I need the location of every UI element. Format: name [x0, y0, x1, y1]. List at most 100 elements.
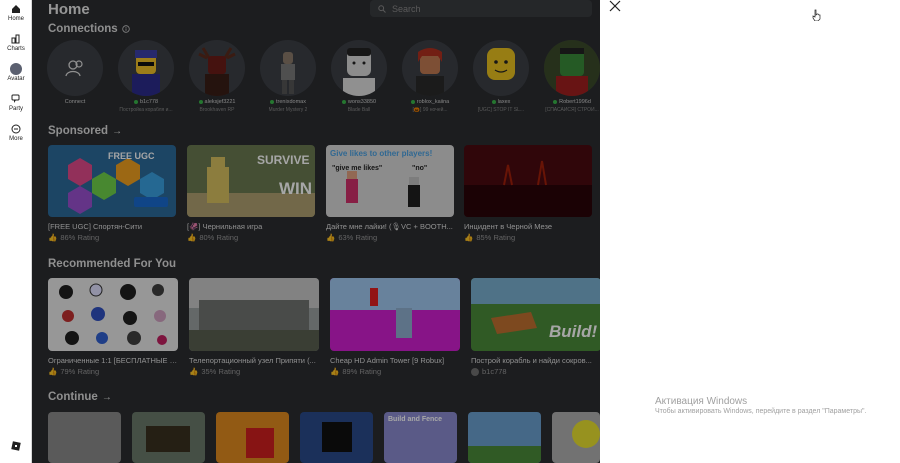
thumbnail-art [246, 428, 274, 458]
friend-item[interactable]: aleksjef3221 Brookhaven RP [188, 40, 246, 113]
game-title: Ограниченные 1:1 [БЕСПЛАТНЫЕ U... [48, 356, 178, 365]
game-rating: 👍 80% Rating [187, 233, 315, 242]
friend-name: wons33850 [347, 99, 377, 105]
thumbnail-label: Build! [549, 322, 598, 341]
continue-heading[interactable]: Continue → [48, 391, 112, 403]
game-thumbnail [300, 412, 373, 463]
close-icon[interactable] [609, 0, 621, 12]
friend-item[interactable]: wons33850 Blade Ball [330, 40, 388, 113]
game-rating: 👍 89% Rating [330, 367, 460, 376]
game-title: Построй корабль и найди сокров... [471, 356, 592, 365]
rating-value: 80% Rating [199, 233, 239, 242]
search-input[interactable]: Search [370, 0, 592, 17]
game-title: [🦑] Чернильная игра [187, 222, 263, 231]
game-card[interactable]: FREE UGC [FREE UGC] Спортян-Сити 👍 86% Ra… [48, 145, 176, 242]
online-indicator [341, 100, 346, 104]
game-card[interactable]: Build! Построй корабль и найди сокров...… [471, 278, 600, 376]
game-thumbnail: Give likes to other players! "give me li… [326, 145, 454, 217]
thumbnail-art [322, 422, 352, 452]
online-indicator [410, 100, 415, 104]
nav-home[interactable]: Home [0, 4, 32, 22]
thumbnail-label: WIN [279, 179, 313, 198]
game-card[interactable]: Build and Fence [384, 412, 457, 463]
avatar-image [544, 40, 600, 96]
game-card[interactable] [300, 412, 373, 463]
friend-item[interactable]: Robert1996d [СПАСАЙСЯ] СТРОИ... [543, 40, 600, 113]
sponsored-heading[interactable]: Sponsored → [48, 125, 122, 137]
connections-heading[interactable]: Connections [48, 23, 130, 35]
game-thumbnail: Build! [471, 278, 600, 351]
sponsored-title: Sponsored [48, 125, 109, 137]
nav-party[interactable]: Party [0, 94, 32, 112]
game-thumbnail [48, 278, 178, 351]
add-friends-icon [65, 60, 83, 77]
game-title: Дайте мне лайки! (🎙VC + BOOTH... [326, 222, 453, 231]
game-card[interactable]: Инцидент в Черной Мезе 👍 85% Rating [464, 145, 592, 242]
thumbnail-art [59, 283, 167, 345]
avatar-image [416, 48, 444, 96]
game-card[interactable] [132, 412, 205, 463]
game-title: Телепортационный узел Припяти (... [189, 356, 316, 365]
game-rating: 👍 85% Rating [464, 233, 592, 242]
arrow-right-icon: → [101, 391, 112, 403]
online-indicator [198, 100, 203, 104]
side-panel: Активация Windows Чтобы активировать Win… [600, 0, 900, 463]
online-indicator [133, 100, 138, 104]
friend-status: Постройка корабля и... [119, 107, 173, 113]
search-icon [378, 4, 386, 13]
recommended-heading[interactable]: Recommended For You [48, 258, 176, 270]
game-rating: 👍 35% Rating [189, 367, 319, 376]
game-card[interactable]: Телепортационный узел Припяти (... 👍 35% … [189, 278, 319, 376]
avatar [189, 40, 245, 96]
thumbs-up-icon: 👍 [330, 367, 340, 376]
friend-status: [UGC] STOP IT SL... [477, 107, 525, 113]
nav-more[interactable]: More [0, 124, 32, 142]
game-rating: 👍 86% Rating [48, 233, 176, 242]
creator-name: b1c778 [482, 367, 507, 376]
friend-item[interactable]: laxex [UGC] STOP IT SL... [472, 40, 530, 113]
search-placeholder: Search [392, 3, 421, 14]
game-card[interactable]: Give likes to other players! "give me li… [326, 145, 454, 242]
rating-value: 86% Rating [60, 233, 100, 242]
friend-name: Robert1996d [559, 99, 591, 105]
game-rating: 👍 79% Rating [48, 367, 178, 376]
connections-title: Connections [48, 23, 118, 35]
rating-value: 79% Rating [60, 367, 100, 376]
info-icon[interactable] [121, 25, 130, 33]
game-card[interactable] [216, 412, 289, 463]
avatar-icon [10, 63, 22, 75]
game-card[interactable]: Cheap HD Admin Tower [9 Robux] 👍 89% Rati… [330, 278, 460, 376]
friend-name: laxex [497, 99, 511, 105]
game-card[interactable] [468, 412, 541, 463]
friend-item[interactable]: trenixdomax Murder Mystery 2 [259, 40, 317, 113]
more-icon [11, 124, 21, 134]
game-title: Cheap HD Admin Tower [9 Robux] [330, 356, 445, 365]
game-rating: 👍 63% Rating [326, 233, 454, 242]
recommended-title: Recommended For You [48, 258, 177, 270]
roblox-logo-icon[interactable] [11, 441, 21, 451]
avatar-image [132, 50, 160, 96]
connect-button[interactable]: Connect [46, 40, 104, 105]
friend-status: [🎃] 99 ночей... [412, 107, 448, 113]
thumbnail-label: "no" [412, 165, 428, 172]
page-title: Home [48, 1, 90, 18]
thumbnail-art [572, 420, 600, 448]
thumbs-up-icon: 👍 [189, 367, 199, 376]
game-card[interactable]: Ограниченные 1:1 [БЕСПЛАТНЫЕ U... 👍 79% R… [48, 278, 178, 376]
online-indicator [491, 100, 496, 104]
game-card[interactable] [48, 412, 121, 463]
thumbnail-art [464, 160, 592, 217]
game-card[interactable]: SURVIVE WIN [🦑] Чернильная игра 👍 80% Rat… [187, 145, 315, 242]
nav-charts[interactable]: Charts [0, 34, 32, 52]
friend-name: aleksjef3221 [204, 99, 236, 105]
friend-item[interactable]: b1c778 Постройка корабля и... [117, 40, 175, 113]
game-card[interactable] [552, 412, 600, 463]
friend-item[interactable]: roblox_kaiina [🎃] 99 ночей... [401, 40, 459, 113]
charts-icon [11, 34, 20, 44]
game-thumbnail [216, 412, 289, 463]
friend-status: Brookhaven RP [199, 107, 235, 113]
left-nav: Home Charts Avatar Party More [0, 0, 32, 463]
thumbs-up-icon: 👍 [187, 233, 197, 242]
avatar [544, 40, 600, 96]
nav-avatar[interactable]: Avatar [0, 63, 32, 82]
